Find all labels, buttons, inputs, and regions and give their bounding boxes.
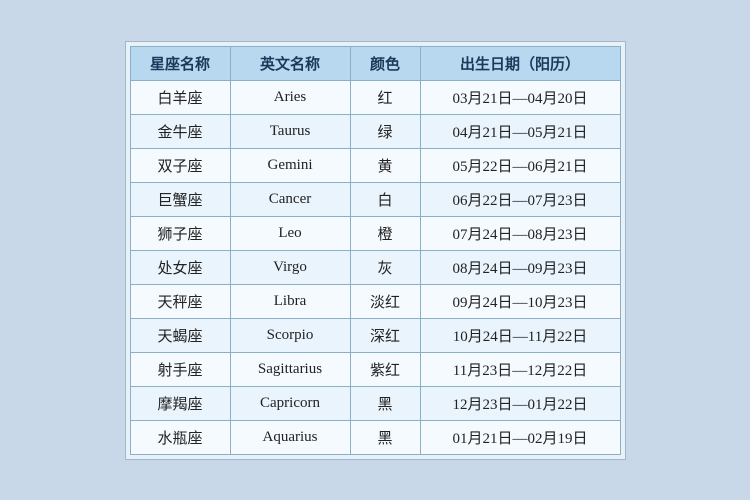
table-row: 处女座Virgo灰08月24日—09月23日 <box>130 250 620 284</box>
cell-en: Sagittarius <box>230 352 350 386</box>
cell-cn: 天秤座 <box>130 284 230 318</box>
table-row: 金牛座Taurus绿04月21日—05月21日 <box>130 114 620 148</box>
table-row: 水瓶座Aquarius黑01月21日—02月19日 <box>130 420 620 454</box>
cell-date: 08月24日—09月23日 <box>420 250 620 284</box>
header-date: 出生日期（阳历） <box>420 46 620 80</box>
cell-color: 红 <box>350 80 420 114</box>
cell-en: Libra <box>230 284 350 318</box>
cell-color: 黄 <box>350 148 420 182</box>
table-row: 摩羯座Capricorn黑12月23日—01月22日 <box>130 386 620 420</box>
cell-en: Capricorn <box>230 386 350 420</box>
cell-cn: 摩羯座 <box>130 386 230 420</box>
cell-cn: 金牛座 <box>130 114 230 148</box>
cell-color: 深红 <box>350 318 420 352</box>
cell-cn: 射手座 <box>130 352 230 386</box>
cell-en: Taurus <box>230 114 350 148</box>
cell-date: 10月24日—11月22日 <box>420 318 620 352</box>
cell-date: 05月22日—06月21日 <box>420 148 620 182</box>
cell-color: 绿 <box>350 114 420 148</box>
table-row: 射手座Sagittarius紫红11月23日—12月22日 <box>130 352 620 386</box>
cell-color: 灰 <box>350 250 420 284</box>
header-en: 英文名称 <box>230 46 350 80</box>
cell-date: 07月24日—08月23日 <box>420 216 620 250</box>
cell-date: 09月24日—10月23日 <box>420 284 620 318</box>
cell-cn: 水瓶座 <box>130 420 230 454</box>
cell-color: 紫红 <box>350 352 420 386</box>
cell-cn: 狮子座 <box>130 216 230 250</box>
cell-cn: 天蝎座 <box>130 318 230 352</box>
table-row: 狮子座Leo橙07月24日—08月23日 <box>130 216 620 250</box>
cell-date: 03月21日—04月20日 <box>420 80 620 114</box>
zodiac-table-container: 星座名称 英文名称 颜色 出生日期（阳历） 白羊座Aries红03月21日—04… <box>125 41 626 460</box>
cell-en: Leo <box>230 216 350 250</box>
table-row: 双子座Gemini黄05月22日—06月21日 <box>130 148 620 182</box>
cell-date: 04月21日—05月21日 <box>420 114 620 148</box>
zodiac-table: 星座名称 英文名称 颜色 出生日期（阳历） 白羊座Aries红03月21日—04… <box>130 46 621 455</box>
cell-color: 橙 <box>350 216 420 250</box>
table-row: 天蝎座Scorpio深红10月24日—11月22日 <box>130 318 620 352</box>
cell-color: 白 <box>350 182 420 216</box>
cell-cn: 巨蟹座 <box>130 182 230 216</box>
cell-color: 淡红 <box>350 284 420 318</box>
cell-date: 01月21日—02月19日 <box>420 420 620 454</box>
cell-en: Aries <box>230 80 350 114</box>
header-cn: 星座名称 <box>130 46 230 80</box>
cell-color: 黑 <box>350 420 420 454</box>
table-row: 白羊座Aries红03月21日—04月20日 <box>130 80 620 114</box>
cell-en: Virgo <box>230 250 350 284</box>
table-header-row: 星座名称 英文名称 颜色 出生日期（阳历） <box>130 46 620 80</box>
cell-en: Cancer <box>230 182 350 216</box>
cell-en: Gemini <box>230 148 350 182</box>
header-color: 颜色 <box>350 46 420 80</box>
cell-color: 黑 <box>350 386 420 420</box>
cell-en: Aquarius <box>230 420 350 454</box>
cell-en: Scorpio <box>230 318 350 352</box>
table-row: 天秤座Libra淡红09月24日—10月23日 <box>130 284 620 318</box>
cell-cn: 白羊座 <box>130 80 230 114</box>
cell-cn: 双子座 <box>130 148 230 182</box>
cell-date: 06月22日—07月23日 <box>420 182 620 216</box>
cell-date: 11月23日—12月22日 <box>420 352 620 386</box>
cell-cn: 处女座 <box>130 250 230 284</box>
cell-date: 12月23日—01月22日 <box>420 386 620 420</box>
table-row: 巨蟹座Cancer白06月22日—07月23日 <box>130 182 620 216</box>
